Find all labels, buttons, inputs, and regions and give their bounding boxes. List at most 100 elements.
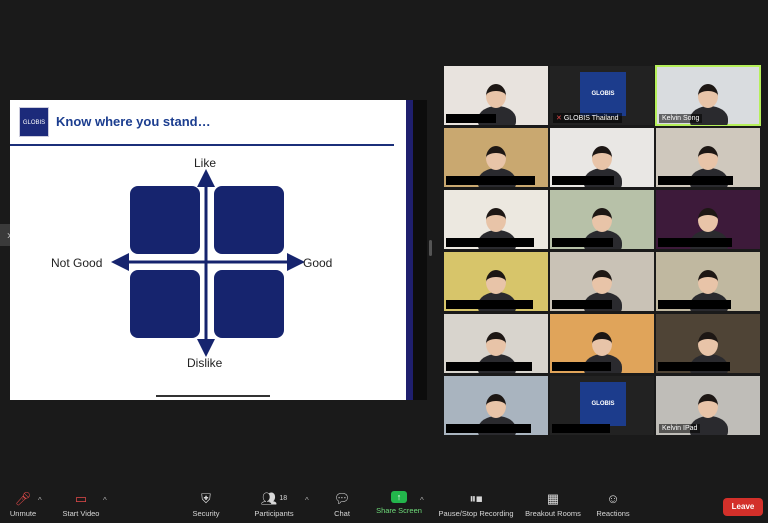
participants-button[interactable]: 👥︎ 18 Participants [248,491,300,518]
pause-stop-recording-button[interactable]: ⏸︎⏹︎ Pause/Stop Recording [436,491,516,518]
security-button[interactable]: ⛨ Security [188,491,224,518]
unmute-label: Unmute [9,509,37,518]
shield-icon: ⛨ [201,491,211,506]
quadrant-bottom-left [130,270,200,338]
grid-icon: ▦ [546,491,560,506]
quadrant-top-left [130,186,200,254]
slide-edge [413,100,427,400]
share-screen-button[interactable]: ↑ Share Screen [372,491,426,515]
participant-face [698,270,718,294]
participant-face [698,394,718,418]
axis-label-dislike: Dislike [187,356,223,370]
redacted-name-bar [552,176,614,185]
participant-tile[interactable] [656,252,760,311]
participant-tile[interactable] [656,314,760,373]
participant-face [486,146,506,170]
start-video-button[interactable]: ▭ Start Video [58,491,104,518]
participant-face [592,332,612,356]
redacted-name-bar [658,238,732,247]
redacted-name-bar [446,176,535,185]
participant-tile[interactable]: Kelvin Song [655,65,761,126]
chat-label: Chat [334,509,350,518]
participant-tile[interactable] [550,314,654,373]
quadrant-top-right [214,186,284,254]
participant-tile[interactable] [444,128,548,187]
chat-button[interactable]: 💬︎ Chat [328,491,356,518]
microphone-muted-icon: 🎤︎ [14,491,32,506]
microphone-muted-icon: ✕ [556,115,564,122]
leave-button[interactable]: Leave [723,498,763,516]
shared-slide: GLOBIS Know where you stand… Like Dislik… [10,100,406,400]
participant-tile[interactable] [550,252,654,311]
participant-face [486,84,506,108]
video-off-icon: ▭ [74,491,88,506]
participant-face [486,270,506,294]
redacted-name-bar [552,300,612,309]
unmute-button[interactable]: 🎤︎ Unmute [6,491,40,518]
video-options-chevron-icon[interactable]: ^ [103,496,107,505]
participant-face [486,332,506,356]
redacted-name-bar [446,424,531,433]
axis-label-like: Like [194,156,217,170]
globis-logo: GLOBIS [580,382,626,426]
reactions-button[interactable]: ☺ Reactions [594,491,632,518]
participant-name-label: Kelvin IPad [659,424,701,433]
redacted-name-bar [658,300,731,309]
security-label: Security [192,509,220,518]
share-screen-label: Share Screen [376,506,422,515]
participant-tile[interactable] [656,128,760,187]
participant-tile[interactable] [444,314,548,373]
redacted-name-bar [446,114,496,123]
participants-count: 18 [279,495,288,502]
globis-logo: GLOBIS [580,72,626,116]
start-video-label: Start Video [62,509,100,518]
chat-bubble-icon: 💬︎ [333,491,351,506]
share-options-chevron-icon[interactable]: ^ [420,496,424,505]
participant-face [698,146,718,170]
participant-name-label: Kelvin Song [659,114,703,123]
participant-tile[interactable]: GLOBIS ✕ GLOBIS Thailand [550,66,654,125]
redacted-name-bar [446,238,534,247]
redacted-name-bar [552,362,611,371]
audio-options-chevron-icon[interactable]: ^ [38,496,42,505]
pause-stop-icon: ⏸︎⏹︎ [469,491,483,506]
redacted-name-bar [552,238,613,247]
quadrant-axes [111,169,305,357]
participant-tile[interactable] [550,190,654,249]
participant-face [592,146,612,170]
quadrant-bottom-right [214,270,284,338]
participant-tile[interactable] [444,66,548,125]
participant-face [698,332,718,356]
participant-tile[interactable] [550,128,654,187]
participant-tile[interactable] [444,252,548,311]
participant-face [698,84,718,108]
participant-name: GLOBIS Thailand [563,115,619,122]
slide-side-bar [406,100,413,400]
participant-face [486,208,506,232]
people-icon: 👥︎ 18 [260,491,288,506]
redacted-name-bar [658,362,730,371]
splitter-handle[interactable] [429,240,432,256]
participant-tile[interactable]: GLOBIS [550,376,654,435]
participant-name: Kelvin Song [662,115,700,122]
zoom-meeting-window: › GLOBIS Know where you stand… Like Disl… [0,0,768,523]
emoji-icon: ☺ [606,491,620,506]
participant-name-label: ✕ GLOBIS Thailand [553,113,622,123]
participant-tile[interactable] [444,190,548,249]
axis-label-good: Good [303,256,333,270]
breakout-rooms-label: Breakout Rooms [525,509,581,518]
reactions-label: Reactions [596,509,630,518]
participant-tile[interactable] [656,190,760,249]
participants-label: Participants [254,509,294,518]
share-screen-icon: ↑ [391,491,407,503]
participant-face [486,394,506,418]
breakout-rooms-button[interactable]: ▦ Breakout Rooms [522,491,584,518]
participants-options-chevron-icon[interactable]: ^ [305,496,309,505]
slide-footer-rule [156,395,270,397]
participant-tile[interactable] [444,376,548,435]
participant-tile[interactable]: Kelvin IPad [656,376,760,435]
redacted-name-bar [446,362,532,371]
redacted-name-bar [658,176,733,185]
participant-face [592,270,612,294]
recording-label: Pause/Stop Recording [438,509,514,518]
